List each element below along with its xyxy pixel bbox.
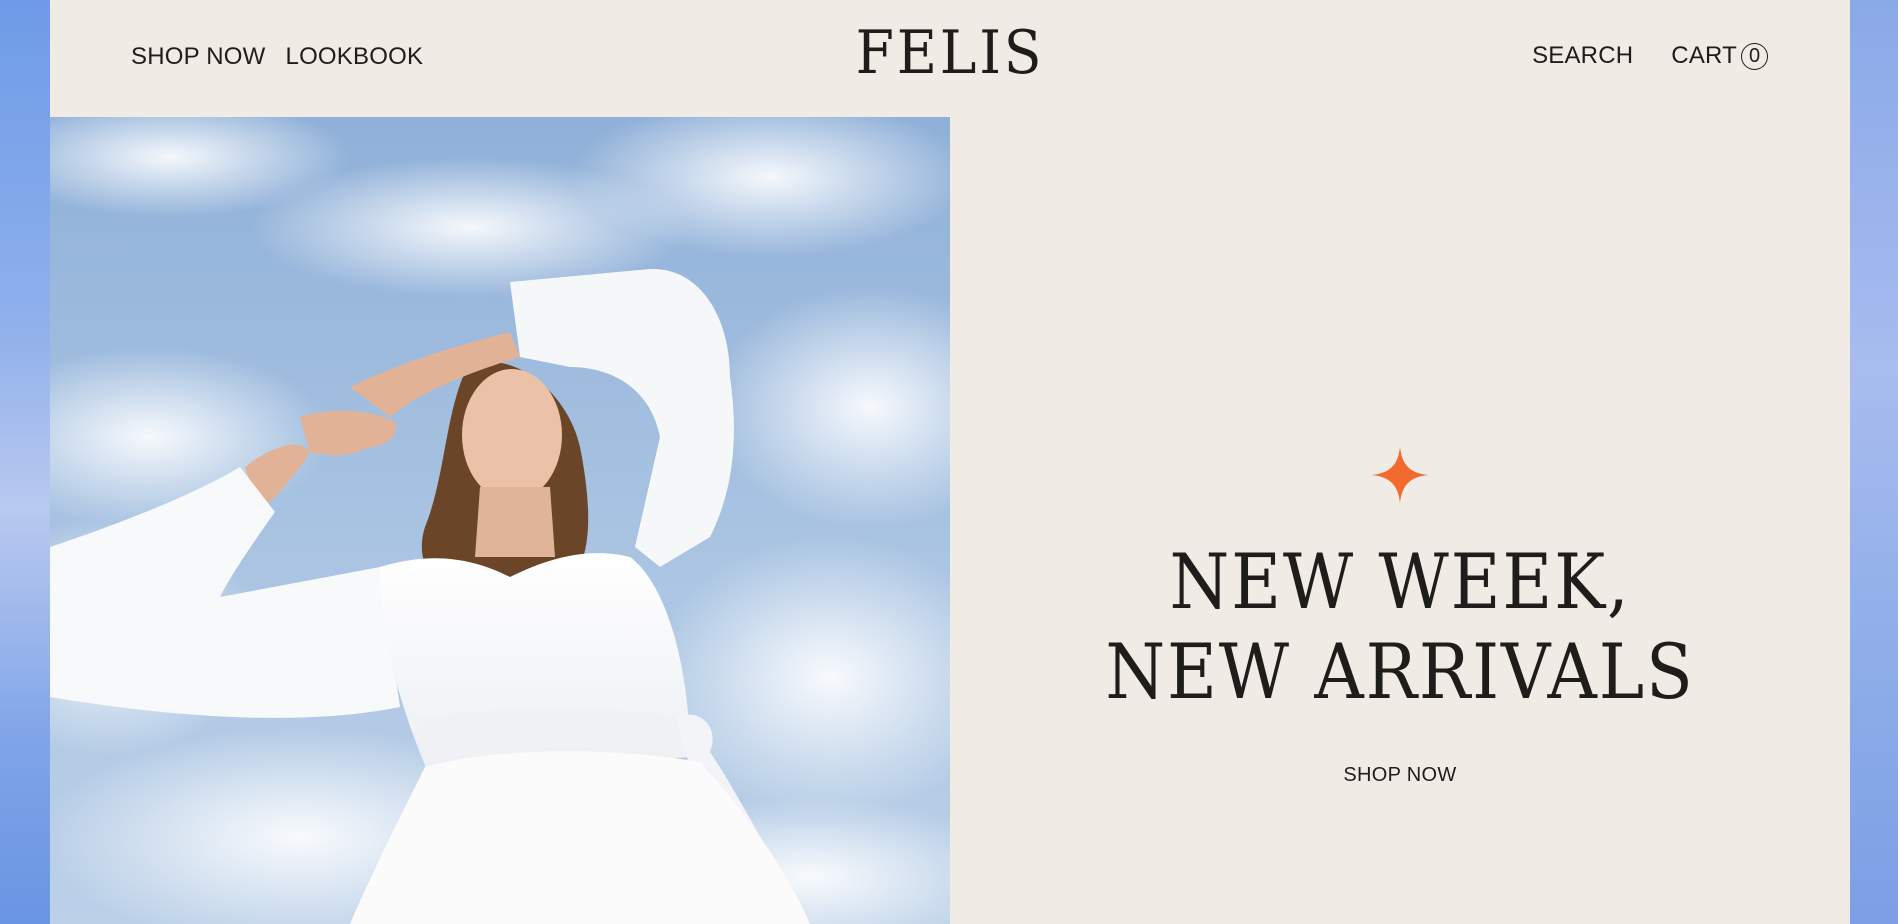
cart-link[interactable]: CART 0 — [1671, 42, 1768, 70]
utility-nav: SEARCH CART 0 — [1532, 42, 1768, 70]
hero-headline-line-1: NEW WEEK, — [1169, 537, 1631, 626]
hero-headline: NEW WEEK, NEW ARRIVALS — [995, 537, 1805, 717]
store-page: SHOP NOW LOOKBOOK FELIS SEARCH CART 0 NE… — [50, 0, 1850, 924]
hero-headline-line-2: NEW ARRIVALS — [1105, 627, 1695, 716]
hero-shop-now-button[interactable]: SHOP NOW — [950, 764, 1850, 787]
backdrop-right — [1850, 0, 1898, 924]
brand-logo[interactable]: FELIS — [122, 18, 1778, 88]
cart-count-badge: 0 — [1741, 42, 1768, 70]
cart-label: CART — [1671, 42, 1737, 69]
site-header: SHOP NOW LOOKBOOK FELIS SEARCH CART 0 — [50, 0, 1850, 117]
hero-photo-illustration — [50, 117, 950, 924]
hero-image — [50, 117, 950, 924]
search-link[interactable]: SEARCH — [1532, 42, 1633, 70]
hero-content: NEW WEEK, NEW ARRIVALS SHOP NOW — [950, 117, 1850, 924]
four-point-star-icon — [1372, 447, 1428, 503]
